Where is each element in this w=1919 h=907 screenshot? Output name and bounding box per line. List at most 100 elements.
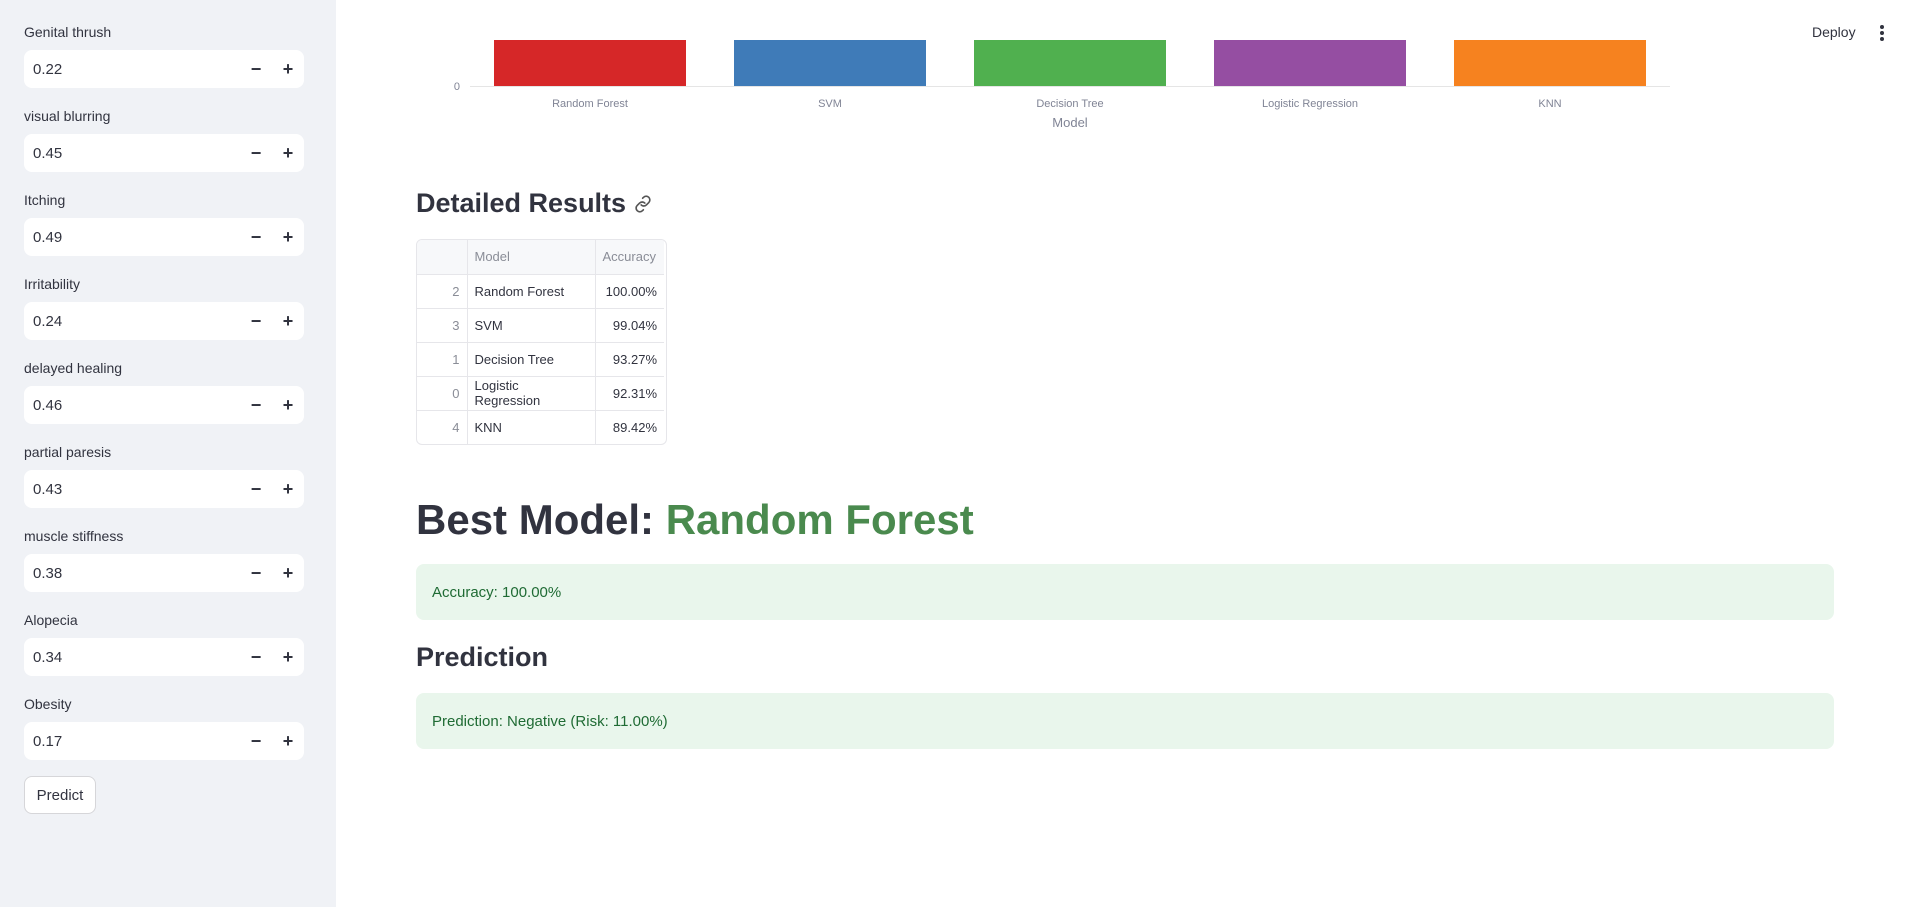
results-table[interactable]: Model Accuracy 2 Random Forest 100.00% 3… (416, 239, 667, 445)
prediction-alert: Prediction: Negative (Risk: 11.00%) (416, 693, 1834, 749)
row-model: KNN (466, 409, 596, 444)
x-tick-label: KNN (1538, 98, 1561, 110)
number-input[interactable]: 0.24 − + (24, 302, 304, 340)
y-tick-label: 0 (454, 81, 460, 93)
row-model: Logistic Regression (466, 375, 596, 411)
number-value[interactable]: 0.17 (24, 733, 240, 750)
number-input[interactable]: 0.34 − + (24, 638, 304, 676)
field-visual-blurring: visual blurring 0.45 − + (24, 106, 304, 172)
row-index: 4 (417, 409, 468, 444)
bar-random-forest[interactable] (494, 40, 686, 86)
row-accuracy: 99.04% (594, 307, 664, 343)
row-model: Decision Tree (466, 341, 596, 377)
decrement-button[interactable]: − (240, 554, 272, 592)
number-value[interactable]: 0.43 (24, 481, 240, 498)
decrement-button[interactable]: − (240, 638, 272, 676)
predict-button[interactable]: Predict (24, 776, 96, 814)
decrement-button[interactable]: − (240, 302, 272, 340)
increment-button[interactable]: + (272, 134, 304, 172)
number-value[interactable]: 0.22 (24, 61, 240, 78)
x-tick-label: Decision Tree (1036, 98, 1103, 110)
number-value[interactable]: 0.24 (24, 313, 240, 330)
field-alopecia: Alopecia 0.34 − + (24, 610, 304, 676)
row-accuracy: 100.00% (594, 273, 664, 309)
number-value[interactable]: 0.45 (24, 145, 240, 162)
model-header[interactable]: Model (466, 240, 596, 275)
field-muscle-stiffness: muscle stiffness 0.38 − + (24, 526, 304, 592)
decrement-button[interactable]: − (240, 386, 272, 424)
field-label: visual blurring (24, 108, 111, 124)
bar-knn[interactable] (1454, 40, 1646, 86)
deploy-button[interactable]: Deploy (1812, 24, 1856, 40)
field-label: Alopecia (24, 612, 78, 628)
decrement-button[interactable]: − (240, 218, 272, 256)
field-label: delayed healing (24, 360, 123, 376)
best-model-heading: Best Model: Random Forest (416, 496, 974, 544)
bar-svm[interactable] (734, 40, 926, 86)
x-axis-label: Model (1052, 115, 1088, 130)
x-tick-label: Logistic Regression (1262, 98, 1358, 110)
number-input[interactable]: 0.43 − + (24, 470, 304, 508)
number-input[interactable]: 0.49 − + (24, 218, 304, 256)
table-row[interactable]: 2 Random Forest 100.00% (417, 273, 664, 309)
decrement-button[interactable]: − (240, 50, 272, 88)
bar-logistic-regression[interactable] (1214, 40, 1406, 86)
number-value[interactable]: 0.34 (24, 649, 240, 666)
index-header[interactable] (417, 240, 468, 275)
number-input[interactable]: 0.17 − + (24, 722, 304, 760)
accuracy-header[interactable]: Accuracy (594, 240, 664, 275)
number-input[interactable]: 0.45 − + (24, 134, 304, 172)
row-index: 1 (417, 341, 468, 377)
number-input[interactable]: 0.38 − + (24, 554, 304, 592)
best-model-name: Random Forest (665, 496, 974, 543)
field-itching: Itching 0.49 − + (24, 190, 304, 256)
field-genital-thrush: Genital thrush 0.22 − + (24, 22, 304, 88)
field-irritability: Irritability 0.24 − + (24, 274, 304, 340)
row-accuracy: 92.31% (594, 375, 664, 411)
accuracy-text: Accuracy: 100.00% (432, 583, 562, 601)
field-label: Itching (24, 192, 66, 208)
table-row[interactable]: 3 SVM 99.04% (417, 307, 664, 343)
field-label: Irritability (24, 276, 81, 292)
bar-decision-tree[interactable] (974, 40, 1166, 86)
detailed-results-title: Detailed Results (416, 188, 627, 218)
link-icon[interactable] (632, 193, 654, 215)
accuracy-bar-chart: 0 Random Forest SVM Decision Tree Logistic R… (454, 40, 1670, 130)
row-index: 2 (417, 273, 468, 309)
table-row[interactable]: 0 Logistic Regression 92.31% (417, 375, 664, 411)
increment-button[interactable]: + (272, 218, 304, 256)
table-row[interactable]: 1 Decision Tree 93.27% (417, 341, 664, 377)
x-tick-label: Random Forest (552, 98, 628, 110)
increment-button[interactable]: + (272, 386, 304, 424)
prediction-text: Prediction: Negative (Risk: 11.00%) (432, 712, 668, 730)
number-input[interactable]: 0.46 − + (24, 386, 304, 424)
field-label: muscle stiffness (24, 528, 124, 544)
detailed-results-heading: Detailed Results (416, 188, 654, 219)
best-model-prefix: Best Model: (416, 496, 666, 543)
increment-button[interactable]: + (272, 638, 304, 676)
increment-button[interactable]: + (272, 470, 304, 508)
row-model: Random Forest (466, 273, 596, 309)
number-value[interactable]: 0.49 (24, 229, 240, 246)
number-input[interactable]: 0.22 − + (24, 50, 304, 88)
field-obesity: Obesity 0.17 − + (24, 694, 304, 760)
row-accuracy: 93.27% (594, 341, 664, 377)
decrement-button[interactable]: − (240, 134, 272, 172)
decrement-button[interactable]: − (240, 722, 272, 760)
increment-button[interactable]: + (272, 302, 304, 340)
field-label: Genital thrush (24, 24, 112, 40)
increment-button[interactable]: + (272, 722, 304, 760)
decrement-button[interactable]: − (240, 470, 272, 508)
increment-button[interactable]: + (272, 554, 304, 592)
x-tick-label: SVM (818, 98, 842, 110)
row-index: 3 (417, 307, 468, 343)
number-value[interactable]: 0.38 (24, 565, 240, 582)
increment-button[interactable]: + (272, 50, 304, 88)
row-accuracy: 89.42% (594, 409, 664, 444)
prediction-heading: Prediction (416, 642, 549, 672)
field-label: Obesity (24, 696, 72, 712)
kebab-menu-icon[interactable] (1874, 22, 1890, 44)
table-row[interactable]: 4 KNN 89.42% (417, 409, 664, 444)
number-value[interactable]: 0.46 (24, 397, 240, 414)
accuracy-alert: Accuracy: 100.00% (416, 564, 1834, 620)
